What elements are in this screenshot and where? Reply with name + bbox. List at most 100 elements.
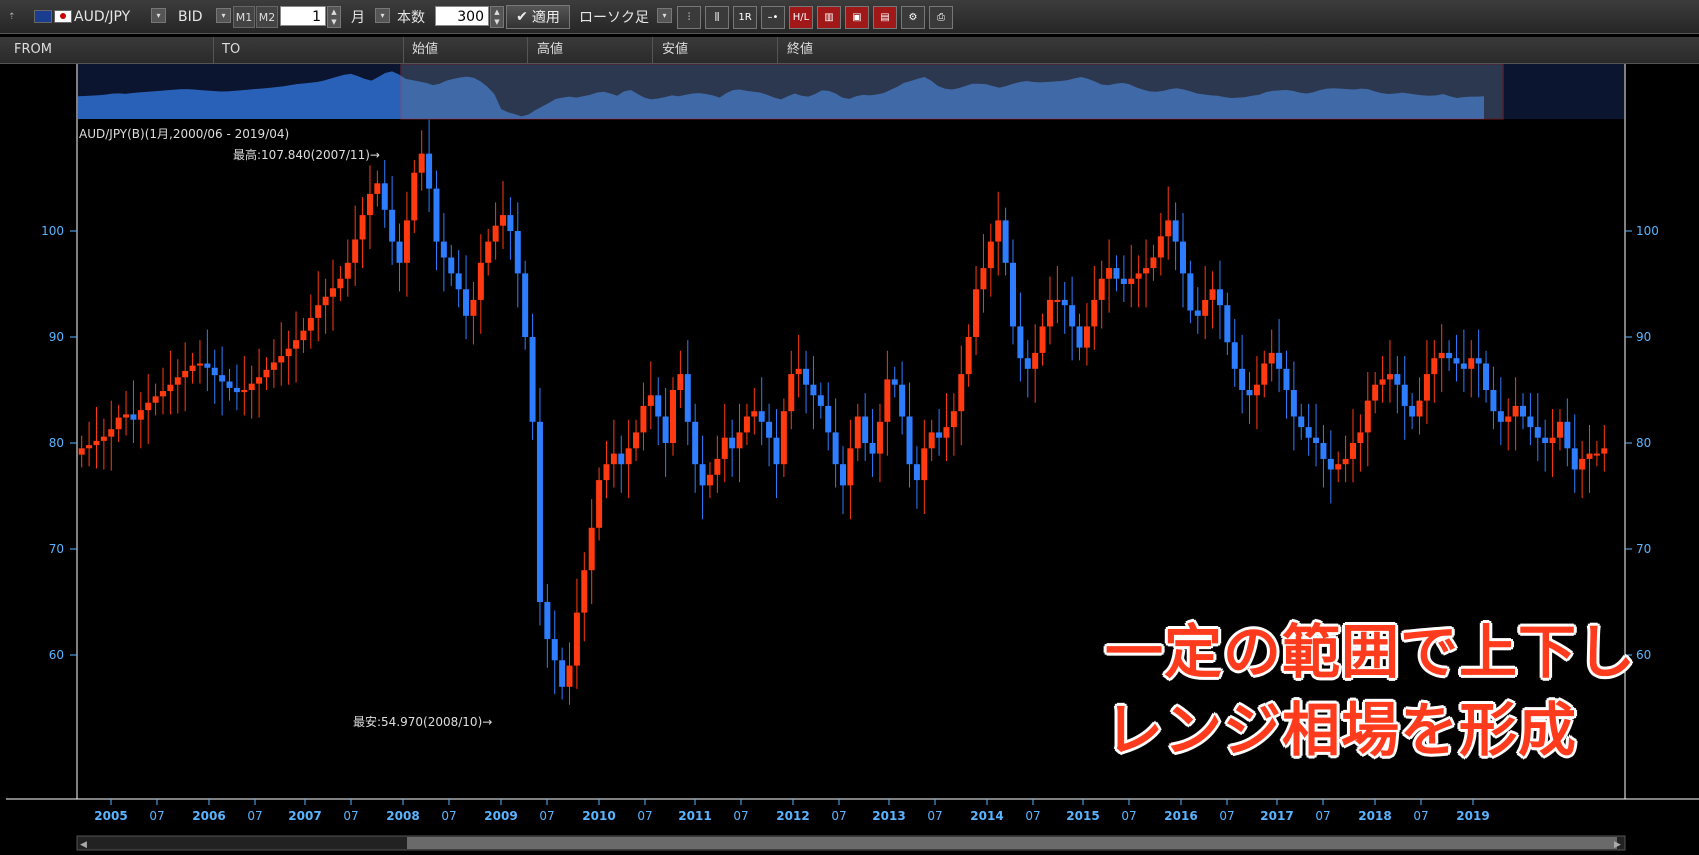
candle-body <box>1416 400 1423 417</box>
count-input[interactable]: 300 <box>435 6 489 26</box>
y-tick-label: 70 <box>1636 542 1651 556</box>
x-tick-label: 07 <box>1121 809 1136 823</box>
col-from: FROM <box>8 37 214 63</box>
x-tick-label: 2005 <box>94 809 127 823</box>
high-low-icon[interactable]: H/L <box>789 6 813 29</box>
candle-body <box>906 416 913 465</box>
m1-button[interactable]: M1 <box>233 6 255 28</box>
scroll-left-icon[interactable]: ◀ <box>80 840 87 850</box>
candle-body <box>381 183 388 210</box>
y-tick-label: 80 <box>1636 436 1651 450</box>
price-type-dropdown[interactable]: ▾ <box>216 8 231 23</box>
scrollbar-thumb[interactable] <box>407 837 1617 849</box>
x-tick-label: 2017 <box>1260 809 1293 823</box>
candle-body <box>1010 262 1016 327</box>
candle-body <box>647 395 654 406</box>
candle-body <box>108 429 115 437</box>
ohlc-icon[interactable]: ▣ <box>845 6 869 29</box>
candle-body <box>411 172 418 221</box>
candle-body <box>293 340 300 349</box>
candle-body <box>1483 363 1490 390</box>
chart-settings-icon[interactable]: ⚙ <box>901 6 925 29</box>
candle-body <box>1372 384 1379 401</box>
period-spinner[interactable]: ▲ ▼ <box>327 6 341 28</box>
candle-body <box>1002 220 1009 263</box>
candle-body <box>625 448 632 465</box>
col-close: 終値 <box>787 42 814 57</box>
candle-body <box>1261 363 1268 385</box>
candle-body <box>1276 352 1283 369</box>
candle-body <box>1143 268 1150 274</box>
candle-body <box>1128 278 1135 284</box>
candle-body <box>943 427 950 438</box>
pair-dropdown[interactable]: ▾ <box>151 8 166 23</box>
line-tool-icon[interactable]: –• <box>761 6 785 29</box>
candle-body <box>840 464 846 486</box>
scroll-right-icon[interactable]: ▶ <box>1614 840 1621 850</box>
candle-body <box>1098 278 1105 300</box>
candle-body <box>403 220 410 263</box>
candle-body <box>1202 299 1209 316</box>
m2-button[interactable]: M2 <box>256 6 278 28</box>
collapse-icon[interactable]: ⇡ <box>8 0 16 33</box>
candle-body <box>263 369 270 378</box>
candle-body <box>817 395 824 406</box>
candle-body <box>285 348 292 357</box>
candle-body <box>1172 220 1179 242</box>
candle-body <box>278 356 285 363</box>
period-input[interactable]: 1 <box>280 6 326 26</box>
candle-body <box>1283 368 1290 390</box>
candle-body <box>1120 278 1127 284</box>
candle-body <box>322 296 329 306</box>
x-tick-label: 07 <box>733 809 748 823</box>
x-tick-label: 07 <box>343 809 358 823</box>
candle-body <box>803 368 810 385</box>
overview-navigator[interactable] <box>78 63 1624 120</box>
candle-body <box>729 437 736 449</box>
candle-body <box>418 153 425 173</box>
candle-body <box>307 317 314 331</box>
apply-button[interactable]: ✔ 適用 <box>506 5 570 29</box>
candle-body <box>455 273 462 290</box>
candle-body <box>93 440 100 446</box>
col-high: 高値 <box>531 37 653 63</box>
candle-body <box>810 384 817 396</box>
candle-body <box>1187 273 1194 311</box>
candle-body <box>1401 384 1408 406</box>
candle-body <box>1165 220 1172 237</box>
candle-body <box>736 432 743 449</box>
candle-body <box>433 188 440 242</box>
bar-chart-icon[interactable]: ⫼ <box>705 6 729 29</box>
candle-body <box>507 215 514 231</box>
x-tick-label: 2010 <box>582 809 615 823</box>
candle-body <box>359 215 366 240</box>
candle-body <box>1527 416 1534 428</box>
indicator-icon[interactable]: ⫶ <box>677 6 701 29</box>
candle-body <box>440 241 447 258</box>
candle-body <box>1549 437 1556 443</box>
x-tick-label: 2018 <box>1358 809 1391 823</box>
chart-style-dropdown[interactable]: ▾ <box>657 8 672 23</box>
candle-body <box>1046 299 1053 327</box>
candle-body <box>1113 268 1120 279</box>
candle-body <box>1135 273 1142 279</box>
x-tick-label: 2015 <box>1066 809 1099 823</box>
candle-toggle-icon[interactable]: ▥ <box>817 6 841 29</box>
candle-body <box>1534 427 1541 438</box>
x-tick-label: 07 <box>1219 809 1234 823</box>
candle-body <box>270 362 277 370</box>
candle-body <box>1216 289 1223 306</box>
candle-body <box>522 273 529 337</box>
candle-body <box>913 464 920 481</box>
period-unit-dropdown[interactable]: ▾ <box>375 8 390 23</box>
candle-body <box>477 262 484 300</box>
candle-body <box>448 257 455 274</box>
count-spinner[interactable]: ▲ ▼ <box>490 6 504 28</box>
candle-body <box>344 262 351 279</box>
bar-toggle-icon[interactable]: ▤ <box>873 6 897 29</box>
candle-body <box>610 453 617 465</box>
one-r-icon[interactable]: 1R <box>733 6 757 29</box>
candle-body <box>825 405 832 433</box>
export-icon[interactable]: ⎙ <box>929 6 953 29</box>
candle-body <box>248 383 255 390</box>
